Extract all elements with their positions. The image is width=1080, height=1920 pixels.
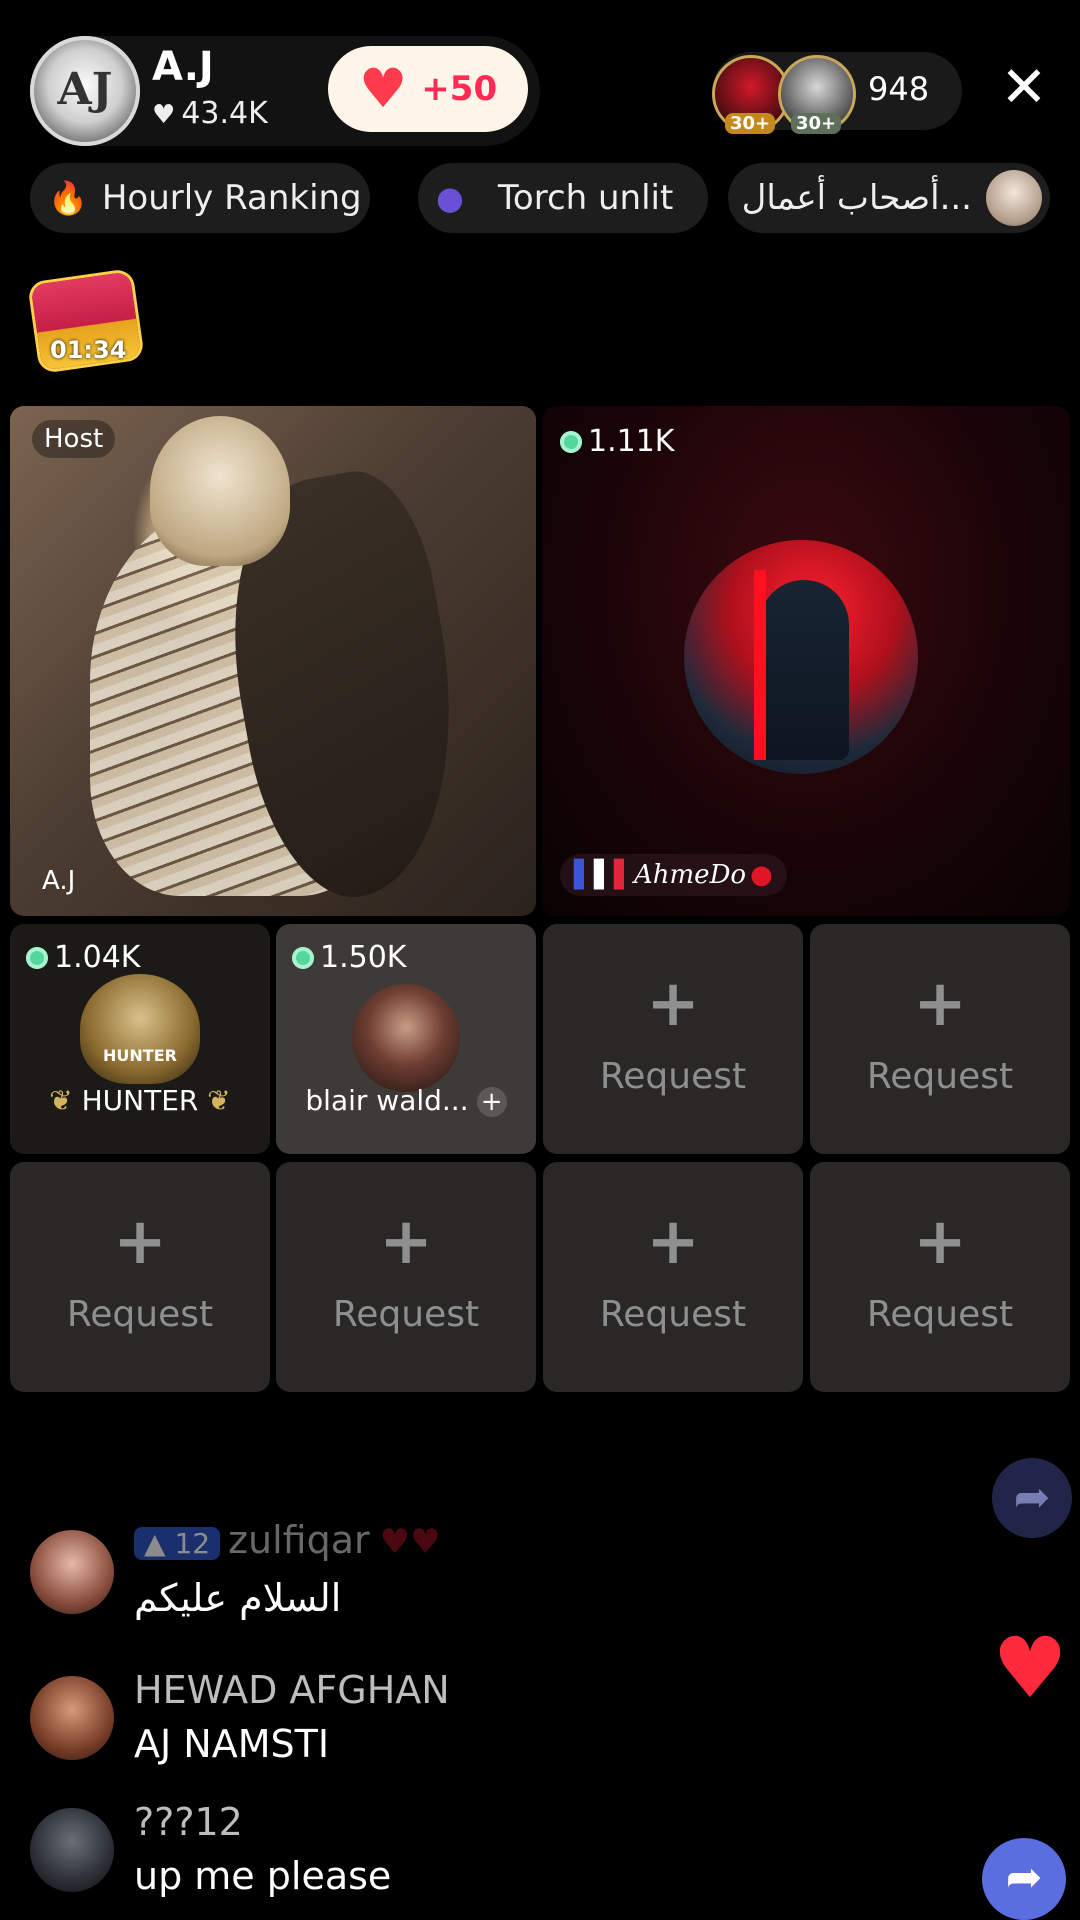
- host-name[interactable]: A.J: [152, 44, 214, 90]
- coin-icon: [292, 947, 314, 969]
- request-seat[interactable]: + Request: [810, 924, 1070, 1154]
- request-label: Request: [66, 1294, 214, 1335]
- comment-header: ▲ 12 zulfiqar ♥♥: [134, 1518, 441, 1562]
- comment-text: AJ NAMSTI: [134, 1722, 330, 1766]
- like-button-label: +50: [421, 69, 498, 109]
- torch-label: Torch unlit: [497, 178, 674, 218]
- share-icon: ➦: [1005, 1852, 1043, 1903]
- host-video-tile[interactable]: Host A.J: [10, 406, 536, 916]
- seat-name: blair wald... +: [276, 1084, 536, 1117]
- torch-pill[interactable]: ● Torch unlit: [418, 163, 708, 233]
- request-seat[interactable]: + Request: [276, 1162, 536, 1392]
- comment-text: up me please: [134, 1854, 392, 1898]
- flame-icon: 🔥: [48, 179, 88, 217]
- comment-text: السلام عليكم: [134, 1576, 342, 1620]
- viewer-badge: 30+: [791, 113, 842, 134]
- wing-icon: ❦: [49, 1084, 82, 1117]
- comment-avatar[interactable]: [30, 1676, 114, 1760]
- seat-coins-value: 1.50K: [320, 940, 407, 975]
- share-button[interactable]: ➦: [992, 1458, 1072, 1538]
- group-pill[interactable]: ...أصحاب أعمال: [728, 163, 1050, 233]
- share-button[interactable]: ➦: [982, 1838, 1066, 1920]
- comment-username[interactable]: HEWAD AFGHAN: [134, 1668, 450, 1712]
- red-blade: [754, 570, 766, 760]
- comment-username[interactable]: ???12: [134, 1800, 243, 1844]
- seat-avatar: [352, 984, 460, 1092]
- plus-icon: +: [379, 1205, 433, 1279]
- red-dot-icon: ●: [750, 860, 773, 890]
- level-badge: ▲ 12: [134, 1527, 221, 1560]
- treasure-chest[interactable]: 01:34: [30, 270, 142, 371]
- comment-avatar[interactable]: [30, 1808, 114, 1892]
- guest-tile-ahmedo[interactable]: 1.11K ▌▌▌AhmeDo ●: [542, 406, 1070, 916]
- broken-heart-icon: ♥♥: [379, 1522, 441, 1562]
- request-label: Request: [866, 1294, 1014, 1335]
- host-likes: ♥ 43.4K: [152, 96, 268, 131]
- flag-icon: ▌▌▌: [574, 860, 634, 890]
- seat-name-text: HUNTER: [81, 1084, 199, 1117]
- seat-coins-value: 1.04K: [54, 940, 141, 975]
- seat-name: ❦ HUNTER ❦: [10, 1084, 270, 1117]
- add-icon[interactable]: +: [476, 1087, 507, 1117]
- close-icon[interactable]: ✕: [996, 60, 1052, 118]
- plus-icon: +: [646, 1205, 700, 1279]
- hunter-emblem: HUNTER: [80, 974, 200, 1084]
- heart-icon: ♥: [358, 57, 408, 120]
- coin-icon: [26, 947, 48, 969]
- seat-coins: 1.04K: [26, 940, 140, 975]
- host-tag: Host: [32, 420, 116, 458]
- like-button[interactable]: ♥ +50: [328, 46, 528, 132]
- request-seat[interactable]: + Request: [543, 924, 803, 1154]
- viewer-badge: 30+: [725, 113, 776, 134]
- hunter-emblem-text: HUNTER: [103, 1046, 177, 1065]
- hourly-ranking-label: Hourly Ranking: [101, 178, 362, 218]
- plus-icon: +: [646, 967, 700, 1041]
- torch-icon: ●: [436, 179, 464, 217]
- guest-coins: 1.11K: [560, 424, 674, 459]
- guest-name: AhmeDo: [634, 860, 747, 890]
- share-icon: ➦: [1013, 1472, 1051, 1523]
- seat-tile-hunter[interactable]: 1.04K HUNTER ❦ HUNTER ❦: [10, 924, 270, 1154]
- wing-icon: ❦: [198, 1084, 231, 1117]
- plus-icon: +: [113, 1205, 167, 1279]
- host-tile-name: A.J: [42, 866, 76, 896]
- seat-name-text: blair wald...: [305, 1084, 469, 1117]
- guest-coins-value: 1.11K: [588, 424, 675, 459]
- viewer-count[interactable]: 948: [868, 70, 929, 108]
- request-seat[interactable]: + Request: [810, 1162, 1070, 1392]
- comment-avatar[interactable]: [30, 1530, 114, 1614]
- level-value: 12: [174, 1527, 211, 1560]
- request-seat[interactable]: + Request: [543, 1162, 803, 1392]
- host-avatar[interactable]: AJ: [30, 36, 140, 146]
- host-avatar-monogram: AJ: [57, 64, 113, 115]
- hourly-ranking-pill[interactable]: 🔥 Hourly Ranking: [30, 163, 370, 233]
- guest-name-pill: ▌▌▌AhmeDo ●: [560, 854, 787, 896]
- plus-icon: +: [913, 1205, 967, 1279]
- viewer-avatar[interactable]: 30+: [778, 55, 856, 134]
- group-avatar: [986, 170, 1042, 226]
- group-label: ...أصحاب أعمال: [741, 178, 972, 218]
- plus-icon: +: [913, 967, 967, 1041]
- request-label: Request: [599, 1056, 747, 1097]
- hooded-figure: [759, 580, 849, 760]
- host-likes-count: 43.4K: [181, 96, 268, 131]
- like-heart-button[interactable]: ♥: [988, 1626, 1072, 1710]
- coin-icon: [560, 431, 582, 453]
- comment-username[interactable]: zulfiqar: [228, 1518, 370, 1562]
- seat-tile-blair[interactable]: 1.50K blair wald... +: [276, 924, 536, 1154]
- request-label: Request: [599, 1294, 747, 1335]
- guest-avatar: [684, 540, 918, 774]
- falcon-head: [150, 416, 290, 566]
- request-label: Request: [866, 1056, 1014, 1097]
- treasure-timer: 01:34: [50, 336, 127, 364]
- request-seat[interactable]: + Request: [10, 1162, 270, 1392]
- request-label: Request: [332, 1294, 480, 1335]
- heart-icon: ♥: [152, 100, 176, 130]
- seat-coins: 1.50K: [292, 940, 406, 975]
